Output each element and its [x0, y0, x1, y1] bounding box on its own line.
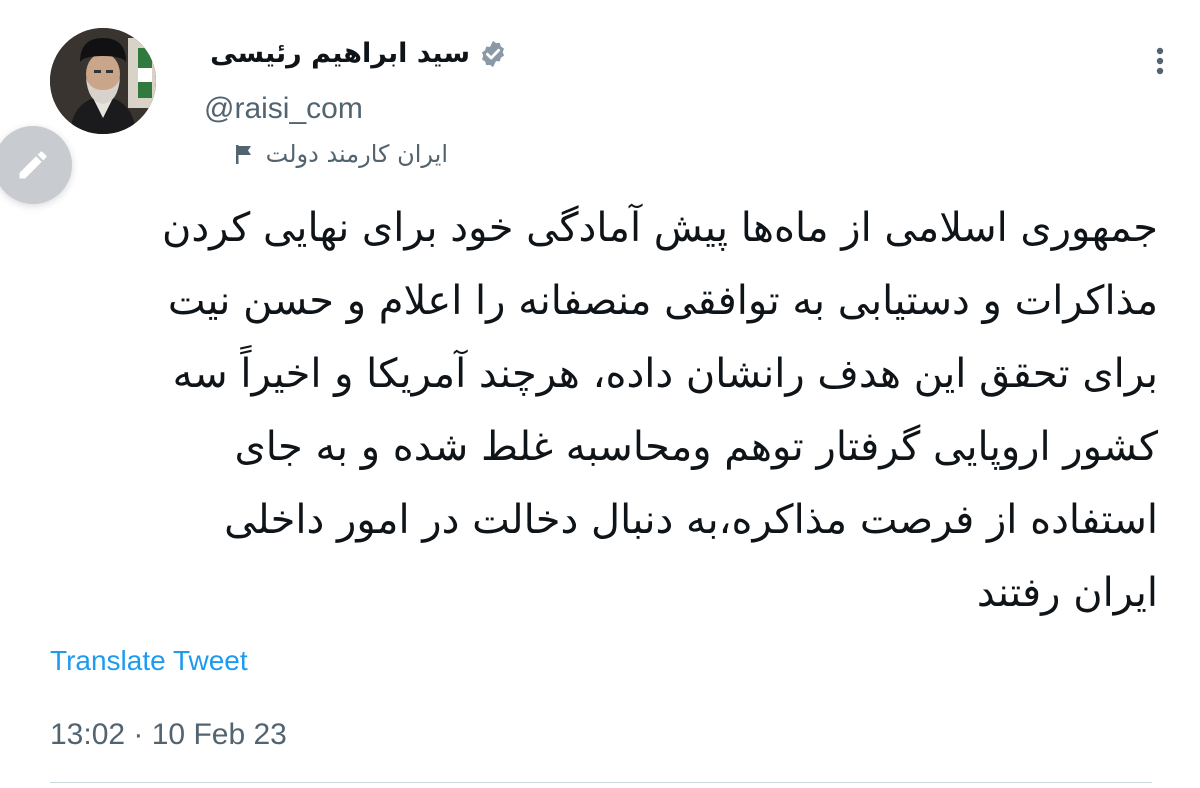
tweet-card: سید ابراهیم رئیسی @raisi_com ایران کارمن…: [0, 0, 1200, 788]
more-vertical-icon-graphic: [1156, 47, 1164, 75]
author-handle[interactable]: @raisi_com: [204, 92, 363, 126]
avatar[interactable]: [50, 28, 156, 134]
account-label: ایران کارمند دولت: [265, 140, 448, 168]
tweet-text-line: برای تحقق این هدف رانشان داده، هرچند آمر…: [172, 351, 1158, 397]
tweet-text-line: ایران رفتند: [976, 570, 1158, 616]
more-vertical-icon[interactable]: [1140, 44, 1180, 78]
pencil-icon: [19, 151, 47, 179]
tweet-text-line: جمهوری اسلامی از ماه‌ها پیش آمادگی خود ب…: [161, 205, 1158, 251]
author-name-row: سید ابراهیم رئیسی: [210, 38, 508, 69]
tweet-timestamp[interactable]: 13:02 · 10 Feb 23: [50, 718, 287, 752]
author-display-name[interactable]: سید ابراهیم رئیسی: [210, 38, 470, 69]
tweet-text-line: مذاکرات و دستیابی به توافقی منصفانه را ا…: [167, 278, 1158, 324]
verified-badge-icon: [482, 40, 504, 67]
avatar-image: [50, 28, 156, 134]
flag-icon: [235, 145, 251, 164]
tweet-text-line: استفاده از فرصت مذاکره،به دنبال دخالت در…: [224, 497, 1158, 543]
tweet-text-line: کشور اروپایی گرفتار توهم ومحاسبه غلط شده…: [234, 424, 1159, 470]
translate-tweet-link[interactable]: Translate Tweet: [50, 645, 248, 677]
divider: [50, 782, 1152, 783]
tweet-text: جمهوری اسلامی از ماه‌ها پیش آمادگی خود ب…: [44, 192, 1158, 630]
account-label-row: ایران کارمند دولت: [232, 140, 448, 168]
